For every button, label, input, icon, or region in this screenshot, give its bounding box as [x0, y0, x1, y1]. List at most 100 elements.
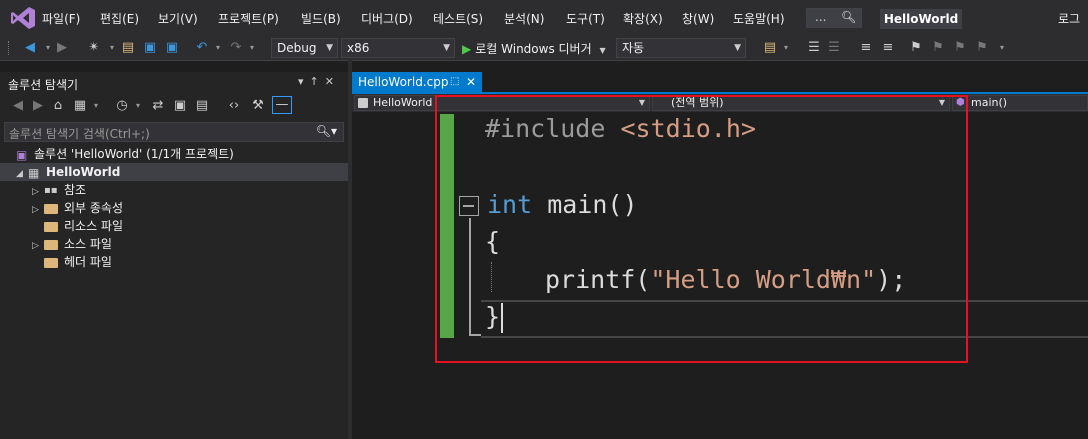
forward-icon[interactable]: ▶: [30, 98, 46, 114]
folder-icon: [44, 203, 58, 214]
show-all-files-icon[interactable]: ▤: [194, 98, 210, 114]
solution-platform-select[interactable]: x86 ▼: [341, 38, 455, 58]
menu-window[interactable]: 창(W): [682, 10, 714, 27]
external-deps-label: 외부 종속성: [64, 201, 124, 215]
tree-item-solution[interactable]: ▣ 솔루션 'HelloWorld' (1/1개 프로젝트): [0, 145, 348, 163]
menu-view[interactable]: 보기(V): [158, 10, 198, 27]
member-select[interactable]: ⬢ main(): [952, 95, 1088, 111]
quick-launch-search[interactable]: ... 🔍︎: [806, 8, 862, 28]
new-dropdown-icon[interactable]: ▾: [104, 40, 120, 56]
menu-bar: 파일(F) 편집(E) 보기(V) 프로젝트(P) 빌드(B) 디버그(D) 테…: [0, 0, 1088, 36]
menu-edit[interactable]: 편집(E): [100, 10, 139, 27]
chevron-down-icon: ▼: [734, 43, 741, 53]
solution-label: 솔루션 'HelloWorld' (1/1개 프로젝트): [34, 147, 234, 161]
undo-icon[interactable]: ↶: [194, 40, 210, 56]
chevron-down-icon: ▼: [443, 43, 450, 53]
configuration-value: Debug: [277, 41, 317, 55]
forward-icon[interactable]: ▶: [54, 40, 70, 56]
solution-icon: ▣: [16, 147, 28, 162]
references-label: 참조: [64, 183, 87, 197]
bookmark-icon[interactable]: ⚑: [908, 40, 924, 56]
folder-icon: [44, 239, 58, 250]
search-icon: 🔍︎: [841, 10, 857, 24]
menu-help[interactable]: 도움말(H): [733, 10, 785, 27]
pin-icon[interactable]: ⬚: [450, 72, 459, 92]
view-code-icon[interactable]: ‹›: [226, 98, 242, 114]
solution-explorer-search-input[interactable]: 솔루션 탐색기 검색(Ctrl+;) 🔍︎▾: [4, 122, 344, 142]
nav-project-label: HelloWorld: [373, 96, 433, 109]
solution-explorer-toolbar: ◀ ▶ ⌂ ▦ ▾ ◷ ▾ ⇄ ▣ ▤ ‹› ⚒ —: [0, 94, 348, 120]
chevron-down-icon[interactable]: ▼: [599, 46, 605, 55]
nav-member-label: main(): [971, 96, 1008, 109]
switch-views-icon[interactable]: ▦: [72, 98, 88, 114]
project-label: HelloWorld: [46, 165, 121, 179]
save-all-icon[interactable]: ▣: [164, 40, 180, 56]
platform-value: x86: [347, 41, 370, 55]
visual-studio-logo-icon[interactable]: [10, 6, 36, 30]
menu-analyze[interactable]: 분석(N): [504, 10, 544, 27]
tree-item-resource-files[interactable]: 리소스 파일: [0, 217, 348, 235]
properties-wrench-icon[interactable]: ⚒: [250, 98, 266, 114]
debug-target-select[interactable]: 자동 ▼: [616, 38, 746, 58]
tab-hello-world-cpp[interactable]: HelloWorld.cpp ⬚ ✕: [352, 72, 482, 92]
toolbar-grip[interactable]: [8, 41, 12, 55]
start-debugging-button[interactable]: ▶ 로컬 Windows 디버거 ▼: [462, 40, 606, 57]
references-icon: ▪▪: [44, 184, 58, 196]
undo-dropdown-icon[interactable]: ▾: [210, 40, 226, 56]
header-files-label: 헤더 파일: [64, 255, 112, 269]
highlight-annotation-box: [435, 95, 968, 363]
toolbar-overflow-icon[interactable]: ▾: [994, 40, 1010, 56]
comment-out-icon[interactable]: ≡: [858, 40, 874, 56]
pending-changes-filter-icon[interactable]: ◷: [114, 98, 130, 114]
solution-configuration-select[interactable]: Debug ▼: [271, 38, 338, 58]
menu-tools[interactable]: 도구(T): [566, 10, 605, 27]
back-icon[interactable]: ◀: [10, 98, 26, 114]
solution-explorer-panel: 솔루션 탐색기 ▾↑✕ ◀ ▶ ⌂ ▦ ▾ ◷ ▾ ⇄ ▣ ▤ ‹› ⚒ — 솔…: [0, 72, 348, 439]
new-project-icon[interactable]: ✴: [86, 40, 102, 56]
tree-item-header-files[interactable]: 헤더 파일: [0, 253, 348, 271]
menu-extensions[interactable]: 확장(X): [623, 10, 663, 27]
folder-icon: [44, 257, 58, 268]
chevron-down-icon: ▼: [326, 43, 333, 53]
panel-window-buttons[interactable]: ▾↑✕: [298, 75, 340, 88]
find-in-files-icon[interactable]: ▤: [762, 40, 778, 56]
tree-item-references[interactable]: ▷ ▪▪ 참조: [0, 181, 348, 199]
back-icon[interactable]: ◀: [22, 40, 38, 56]
uncomment-icon[interactable]: ≡: [880, 40, 896, 56]
menu-build[interactable]: 빌드(B): [301, 10, 341, 27]
chevron-down-icon[interactable]: ▾: [88, 98, 104, 114]
tree-item-external-dependencies[interactable]: ▷ 외부 종속성: [0, 199, 348, 217]
play-icon: ▶: [462, 42, 472, 56]
next-bookmark-icon[interactable]: ⚑: [952, 40, 968, 56]
menu-debug[interactable]: 디버그(D): [361, 10, 413, 27]
collapse-all-icon[interactable]: ▣: [172, 98, 188, 114]
preview-selected-items-icon[interactable]: —: [272, 96, 292, 114]
open-folder-icon[interactable]: ▤: [120, 40, 136, 56]
chevron-down-icon[interactable]: ▾: [130, 98, 146, 114]
redo-dropdown-icon[interactable]: ▾: [244, 40, 260, 56]
close-icon[interactable]: ✕: [466, 72, 476, 92]
cpp-project-icon: ▦: [28, 165, 40, 180]
project-title: HelloWorld: [880, 9, 962, 29]
clear-bookmarks-icon[interactable]: ⚑: [974, 40, 990, 56]
step-icon[interactable]: ☰: [826, 40, 842, 56]
tree-item-source-files[interactable]: ▷ 소스 파일: [0, 235, 348, 253]
search-placeholder: 솔루션 탐색기 검색(Ctrl+;): [9, 127, 150, 141]
save-icon[interactable]: ▣: [142, 40, 158, 56]
toggle-bookmark-list-icon[interactable]: ☰: [806, 40, 822, 56]
sign-in-link[interactable]: 로그: [1058, 10, 1080, 27]
menu-project[interactable]: 프로젝트(P): [218, 10, 279, 27]
toolbar-options-icon[interactable]: ▾: [778, 40, 794, 56]
tree-item-project[interactable]: ◢ ▦ HelloWorld: [0, 163, 348, 181]
redo-icon[interactable]: ↷: [228, 40, 244, 56]
project-icon: [358, 98, 368, 108]
quick-launch-text: ...: [815, 10, 827, 24]
previous-bookmark-icon[interactable]: ⚑: [930, 40, 946, 56]
home-icon[interactable]: ⌂: [50, 98, 66, 114]
source-files-label: 소스 파일: [64, 237, 112, 251]
sync-with-document-icon[interactable]: ⇄: [150, 98, 166, 114]
menu-file[interactable]: 파일(F): [42, 10, 80, 27]
debug-target-value: 자동: [622, 41, 645, 55]
menu-test[interactable]: 테스트(S): [433, 10, 483, 27]
search-icon: 🔍︎▾: [315, 124, 337, 138]
